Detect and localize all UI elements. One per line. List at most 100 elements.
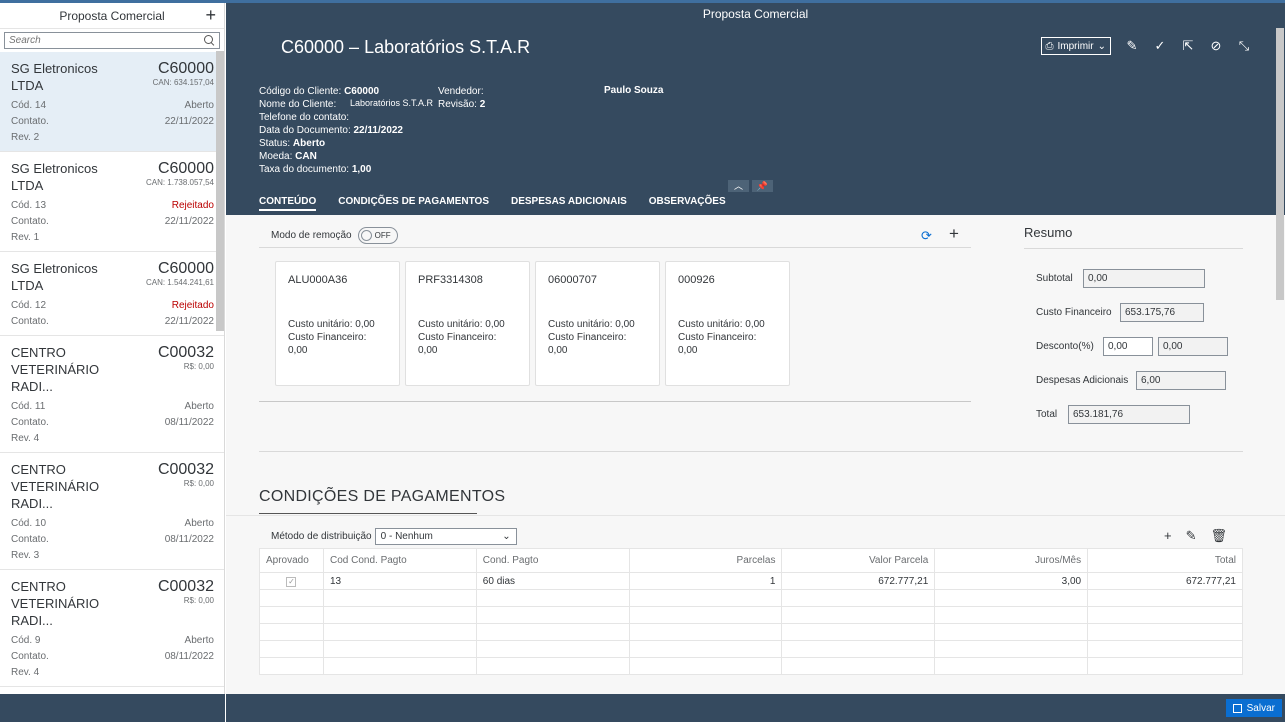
chevron-down-icon: ⌄ (1097, 40, 1106, 52)
vendedor-value: Paulo Souza (604, 85, 664, 96)
toggle-knob (360, 230, 372, 241)
share-icon[interactable]: ⇱ (1181, 39, 1195, 53)
list-item-status: Aberto (184, 100, 214, 111)
tab-conteudo[interactable]: CONTEÚDO (259, 188, 317, 215)
app-title: Proposta Comercial (226, 3, 1285, 25)
card-custo-financeiro: Custo Financeiro: 0,00 (548, 332, 627, 356)
edit-row-icon[interactable]: ✎ (1186, 528, 1197, 544)
section-title-condicoes: CONDIÇÕES DE PAGAMENTOS (259, 488, 506, 505)
list-item-code: C00032 (157, 461, 214, 478)
desconto-label: Desconto(%) (1036, 340, 1094, 352)
add-item-icon[interactable]: + (949, 224, 959, 244)
item-card[interactable]: PRF3314308 Custo unitário: 0,00 Custo Fi… (405, 261, 530, 386)
master-list: SG Eletronicos LTDA C60000 CAN: 634.157,… (0, 52, 224, 687)
table-row[interactable]: ✓ 13 60 dias 1 672.777,21 3,00 672.777,2… (259, 572, 1243, 590)
list-item-cod: Cód. 11 (11, 401, 46, 412)
card-custo-financeiro: Custo Financeiro: 0,00 (418, 332, 497, 356)
list-item-title: SG Eletronicos LTDA (11, 261, 98, 293)
add-icon[interactable]: + (205, 5, 216, 26)
exit-fullscreen-icon[interactable]: ⤡ (1237, 39, 1251, 53)
master-scrollbar[interactable] (216, 51, 224, 331)
list-item-contato: Contato. (11, 651, 49, 662)
search-input[interactable] (9, 35, 204, 46)
object-header: C60000 – Laboratórios S.T.A.R ⎙ Imprimir… (226, 25, 1285, 192)
col-parcelas: Parcelas (628, 548, 783, 573)
list-item-date: 22/11/2022 (164, 216, 214, 227)
client-name-value: Laboratórios S.T.A.R (350, 98, 434, 108)
header-collapse-controls: ︿ 📌 (728, 180, 773, 192)
desconto-pct-input[interactable]: 0,00 (1103, 336, 1153, 356)
custo-financeiro-field: 653.175,76 (1120, 302, 1204, 322)
subtotal-field: 0,00 (1083, 268, 1205, 288)
payment-conditions-table: Aprovado Cod Cond. Pagto Cond. Pagto Par… (259, 548, 1243, 675)
list-item-rev: Rev. 4 (11, 433, 40, 444)
table-row-empty (259, 606, 1243, 624)
list-item-date: 08/11/2022 (164, 534, 214, 545)
collapse-header-icon[interactable]: ︿ (728, 180, 749, 192)
list-item[interactable]: SG Eletronicos LTDA C60000 CAN: 1.738.05… (0, 152, 224, 252)
approve-icon[interactable]: ✓ (1153, 39, 1167, 53)
search-field[interactable] (4, 32, 220, 49)
distribution-select[interactable]: 0 - Nenhum ⌄ (374, 528, 517, 545)
list-item[interactable]: CENTRO VETERINÁRIO RADI... C00032 R$: 0,… (0, 336, 224, 453)
save-label: Salvar (1246, 702, 1275, 714)
cell-cod: 13 (322, 572, 477, 590)
removal-mode-label: Modo de remoção (271, 230, 352, 241)
list-item-contato: Contato. (11, 534, 49, 545)
cell-juros: 3,00 (934, 572, 1089, 590)
desconto-row: Desconto(%) 0,00 0,00 (1024, 329, 1243, 363)
list-item-code: C00032 (157, 578, 214, 595)
total-row: Total 653.181,76 (1024, 397, 1243, 431)
list-item-status: Aberto (184, 518, 214, 529)
divider (259, 401, 971, 402)
pin-header-icon[interactable]: 📌 (752, 180, 773, 192)
list-item-title: CENTRO VETERINÁRIO RADI... (11, 345, 100, 394)
table-row-empty (259, 657, 1243, 675)
vendedor-block: Vendedor: Revisão: 2 (438, 85, 485, 111)
list-item[interactable]: SG Eletronicos LTDA C60000 CAN: 634.157,… (0, 52, 224, 152)
delete-icon[interactable]: 🗑 (1211, 528, 1228, 544)
tab-observacoes[interactable]: OBSERVAÇÕES (649, 188, 726, 215)
sync-icon[interactable]: ⟳ (921, 228, 932, 244)
item-card[interactable]: 06000707 Custo unitário: 0,00 Custo Fina… (535, 261, 660, 386)
revisao-row: Revisão: 2 (438, 99, 486, 110)
item-card[interactable]: ALU000A36 Custo unitário: 0,00 Custo Fin… (275, 261, 400, 386)
item-card[interactable]: 000926 Custo unitário: 0,00 Custo Financ… (665, 261, 790, 386)
list-item[interactable]: CENTRO VETERINÁRIO RADI... C00032 R$: 0,… (0, 570, 224, 687)
col-total: Total (1087, 548, 1243, 573)
detail-scrollbar[interactable] (1276, 28, 1284, 300)
tab-despesas[interactable]: DESPESAS ADICIONAIS (511, 188, 627, 215)
list-item-contato: Contato. (11, 216, 49, 227)
removal-mode-toggle[interactable]: OFF (357, 227, 398, 244)
list-item[interactable]: SG Eletronicos LTDA C60000 CAN: 1.544.24… (0, 252, 224, 336)
list-item-title: SG Eletronicos LTDA (11, 161, 98, 193)
cancel-icon[interactable]: ⊘ (1209, 39, 1223, 53)
list-item-status: Aberto (184, 635, 214, 646)
master-header: Proposta Comercial + (0, 3, 224, 29)
attr-codigo: Código do Cliente: C60000 (259, 86, 380, 97)
save-button[interactable]: Salvar (1225, 699, 1282, 717)
list-item-cod: Cód. 9 (11, 635, 41, 646)
save-icon (1232, 703, 1242, 713)
desconto-value-field: 0,00 (1158, 336, 1228, 356)
detail-footer: Salvar (226, 694, 1285, 722)
table-header-row: Aprovado Cod Cond. Pagto Cond. Pagto Par… (259, 548, 1243, 573)
list-item-status: Aberto (184, 401, 214, 412)
detail-panel: Proposta Comercial C60000 – Laboratórios… (226, 3, 1285, 694)
tab-condicoes[interactable]: CONDIÇÕES DE PAGAMENTOS (338, 188, 489, 215)
custo-financeiro-label: Custo Financeiro (1036, 306, 1112, 318)
list-item-amount: R$: 0,00 (183, 362, 214, 371)
despesas-label: Despesas Adicionais (1036, 374, 1129, 386)
col-cod-cond: Cod Cond. Pagto (322, 548, 477, 573)
list-item-amount: R$: 0,00 (183, 596, 214, 605)
list-item-code: C60000 (157, 260, 214, 277)
approved-checkbox[interactable]: ✓ (259, 572, 324, 590)
edit-icon[interactable]: ✎ (1125, 39, 1139, 53)
tab-bar: CONTEÚDO CONDIÇÕES DE PAGAMENTOS DESPESA… (226, 188, 1285, 215)
list-item[interactable]: CENTRO VETERINÁRIO RADI... C00032 R$: 0,… (0, 453, 224, 570)
search-icon[interactable] (204, 35, 215, 46)
list-item-status: Rejeitado (171, 300, 214, 311)
section-underline (259, 513, 477, 514)
print-button[interactable]: ⎙ Imprimir ⌄ (1040, 37, 1111, 55)
add-row-icon[interactable]: + (1164, 528, 1172, 544)
